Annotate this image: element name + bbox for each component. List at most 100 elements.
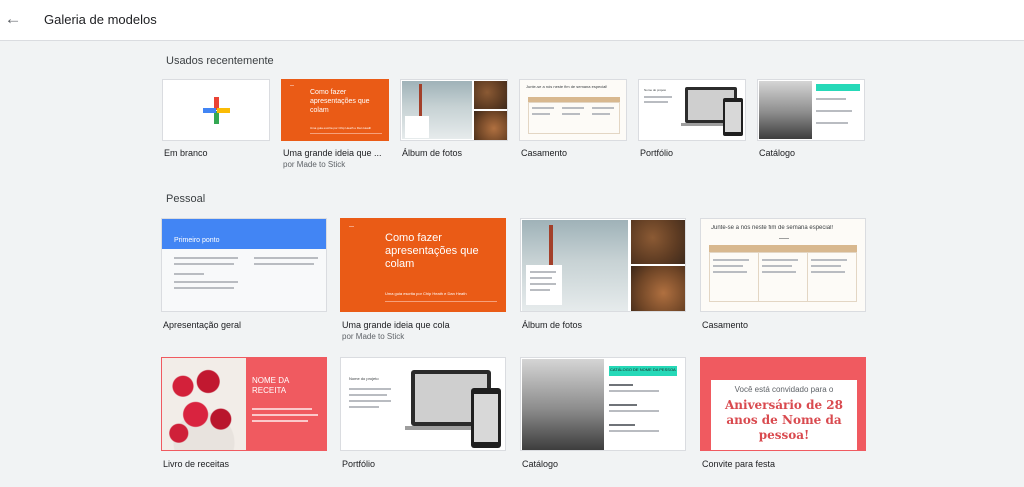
placeholder-text-line (644, 101, 668, 103)
placeholder-text-line (713, 271, 747, 273)
recent-template-photo-album[interactable]: Álbum de fotos (400, 79, 508, 174)
placeholder-text-line (609, 410, 659, 412)
placeholder-text-line (532, 113, 550, 115)
table-header (709, 245, 857, 252)
overview-header (162, 219, 326, 249)
template-wedding[interactable]: Junte-se a nós neste fim de semana espec… (700, 218, 866, 343)
placeholder-text-line (254, 263, 314, 265)
template-portfolio[interactable]: Nome do projeto Portfólio (340, 357, 506, 472)
template-catalog[interactable]: CATÁLOGO DE NOME DA PESSOA Catálogo (520, 357, 686, 472)
placeholder-text-line (811, 271, 845, 273)
template-name: Uma grande ideia que ... (283, 148, 382, 158)
template-name: Casamento (521, 148, 568, 158)
placeholder-text-line (562, 107, 584, 109)
template-big-idea[interactable]: Como fazer apresentações que colam Uma g… (340, 218, 506, 343)
placeholder-text-line (530, 277, 552, 279)
invite-title: Aniversário de 28 anos de Nome da pessoa… (724, 398, 844, 442)
wedding-thumbnail: Junte-se a nós neste fim de semana espec… (700, 218, 866, 312)
decor-line (290, 85, 294, 86)
plus-icon (203, 97, 230, 124)
decor-line (385, 301, 497, 302)
placeholder-text-line (174, 287, 234, 289)
recipe-thumbnail: NOME DA RECEITA (161, 357, 327, 451)
placeholder-text-line (174, 281, 238, 283)
placeholder-text-line (762, 271, 796, 273)
placeholder-text-line (174, 263, 234, 265)
template-name: Convite para festa (702, 459, 776, 469)
placeholder-text-line (592, 113, 610, 115)
thumb-title: Junte-se a nós neste fim de semana espec… (711, 225, 834, 231)
thumb-title: Como fazer apresentações que colam (310, 89, 370, 114)
decor-line (310, 133, 382, 134)
placeholder-text-line (530, 289, 550, 291)
placeholder-text-line (609, 430, 659, 432)
template-photo-album[interactable]: Álbum de fotos (520, 218, 686, 343)
placeholder-text-line (174, 273, 204, 275)
thumb-subtitle: Uma guia escrita por Chip Heath e Dan He… (385, 291, 467, 296)
thumb-title: Como fazer apresentações que colam (385, 232, 479, 270)
thumb-title: CATÁLOGO DE NOME DA PESSOA (610, 367, 676, 372)
food-photo (474, 111, 507, 140)
big-idea-thumbnail: Como fazer apresentações que colam Uma g… (281, 79, 389, 141)
template-name: Catálogo (759, 148, 796, 158)
personal-section-title: Pessoal (166, 193, 206, 205)
template-author: por Made to Stick (342, 332, 405, 341)
template-name: Apresentação geral (163, 320, 242, 330)
food-photo (631, 266, 685, 311)
recent-template-wedding[interactable]: Junte-se a nós neste fim de semana espec… (519, 79, 627, 174)
thumb-subtitle: Uma guia escrita por Chip Heath e Dan He… (310, 126, 372, 130)
template-name: Álbum de fotos (522, 320, 583, 330)
placeholder-text-line (811, 265, 841, 267)
placeholder-text-line (609, 404, 637, 406)
recent-template-blank[interactable]: Em branco (162, 79, 270, 174)
placeholder-text-line (762, 259, 798, 261)
placeholder-text-line (349, 400, 391, 402)
catalog-heading-bar (816, 84, 860, 91)
overview-thumbnail: Primeiro ponto (161, 218, 327, 312)
template-name: Uma grande ideia que cola (342, 320, 450, 330)
top-bar: ← Galeria de modelos (0, 0, 1024, 41)
arrow-back-icon[interactable]: ← (2, 8, 24, 30)
placeholder-text-line (816, 110, 852, 112)
placeholder-text-line (530, 283, 556, 285)
placeholder-text-line (609, 384, 633, 386)
thumb-title: NOME DA RECEITA (252, 376, 289, 395)
template-party-invite[interactable]: Você está convidado para o Aniversário d… (700, 357, 866, 472)
template-author: por Made to Stick (283, 160, 346, 169)
leaves-photo (631, 220, 685, 264)
invite-thumbnail: Você está convidado para o Aniversário d… (700, 357, 866, 451)
phone-icon (471, 388, 501, 448)
placeholder-text-line (609, 390, 659, 392)
photo-album-thumbnail (400, 79, 508, 141)
recent-template-catalog[interactable]: Catálogo (757, 79, 865, 174)
template-recipe-book[interactable]: NOME DA RECEITA Livro de receitas (161, 357, 327, 472)
placeholder-text-line (811, 259, 847, 261)
placeholder-text-line (644, 96, 672, 98)
placeholder-text-line (349, 406, 379, 408)
template-name: Portfólio (640, 148, 674, 158)
template-name: Portfólio (342, 459, 376, 469)
portfolio-thumbnail: Nome do projeto (638, 79, 746, 141)
placeholder-text-line (609, 424, 635, 426)
phone-icon (723, 98, 743, 136)
template-name: Catálogo (522, 459, 559, 469)
recent-section-title: Usados recentemente (166, 55, 274, 67)
recent-template-big-idea[interactable]: Como fazer apresentações que colam Uma g… (281, 79, 389, 174)
placeholder-text-line (174, 257, 238, 259)
template-overview[interactable]: Primeiro ponto Apresentação geral (161, 218, 327, 343)
template-name: Livro de receitas (163, 459, 230, 469)
big-idea-thumbnail: Como fazer apresentações que colam Uma g… (340, 218, 506, 312)
placeholder-text-line (562, 113, 580, 115)
placeholder-text-line (762, 265, 792, 267)
catalog-photo (759, 81, 812, 139)
placeholder-text-line (713, 259, 749, 261)
thumb-title: Junte-se a nós neste fim de semana espec… (526, 84, 608, 89)
placeholder-text-line (349, 394, 387, 396)
template-name: Casamento (702, 320, 749, 330)
placeholder-text-line (816, 98, 846, 100)
template-name: Em branco (164, 148, 208, 158)
caption-box (405, 116, 429, 138)
catalog-thumbnail: CATÁLOGO DE NOME DA PESSOA (520, 357, 686, 451)
photo-album-thumbnail (520, 218, 686, 312)
recent-template-portfolio[interactable]: Nome do projeto Portfólio (638, 79, 746, 174)
